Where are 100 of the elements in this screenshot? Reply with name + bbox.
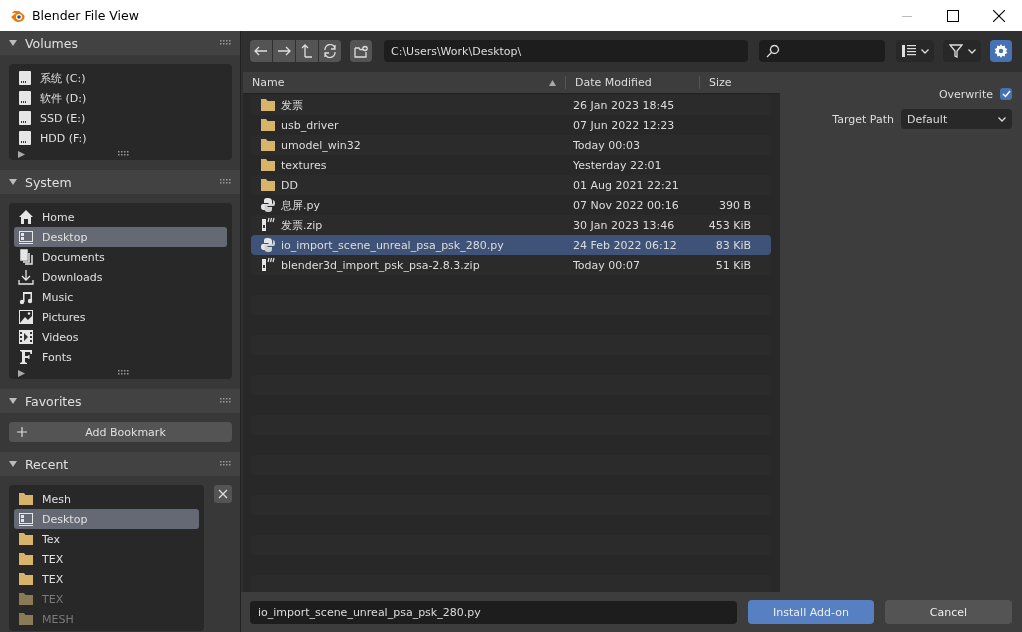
drag-grip-icon[interactable] (220, 461, 231, 466)
refresh-button[interactable] (319, 40, 341, 62)
clear-button[interactable] (214, 485, 232, 503)
python-icon (261, 238, 275, 252)
sidebar-item[interactable]: Fonts (14, 347, 227, 367)
file-name: io_import_scene_unreal_psa_psk_280.py (281, 238, 504, 252)
expand-arrow-icon[interactable] (18, 369, 25, 377)
drag-grip-icon[interactable] (118, 370, 129, 375)
folder-icon (19, 553, 33, 565)
file-name: blender3d_import_psk_psa-2.8.3.zip (281, 258, 480, 272)
file-name: DD (281, 178, 298, 192)
forward-button[interactable] (273, 40, 295, 62)
panel-title: System (25, 174, 73, 190)
panel-title: Recent (25, 456, 70, 472)
add-bookmark-button[interactable]: Add Bookmark (9, 422, 232, 442)
file-row[interactable]: usb_driver 07 Jun 2022 12:23 (251, 115, 771, 135)
drive-icon (19, 91, 31, 105)
column-header[interactable]: Date Modified (566, 76, 700, 89)
column-header[interactable]: Name (243, 76, 566, 89)
search-field[interactable] (759, 40, 885, 62)
cancel-button[interactable]: Cancel (885, 600, 1012, 624)
sidebar-item[interactable]: Music (14, 287, 227, 307)
settings-button[interactable] (990, 40, 1012, 62)
sidebar-item[interactable]: Pictures (14, 307, 227, 327)
path-field[interactable]: C:\Users\Work\Desktop\ (384, 40, 748, 62)
expand-arrow-icon[interactable] (18, 150, 25, 158)
parent-directory-button[interactable] (296, 40, 318, 62)
maximize-icon[interactable] (947, 9, 959, 22)
filename-field[interactable]: io_import_scene_unreal_psa_psk_280.py (250, 600, 737, 624)
panel-header[interactable]: System (0, 170, 240, 194)
sidebar-item[interactable]: HDD (F:) (14, 128, 227, 148)
film-icon (19, 330, 33, 344)
target-path-label: Target Path (832, 112, 894, 126)
date-modified: 07 Jun 2022 12:23 (573, 118, 676, 132)
drag-grip-icon[interactable] (220, 179, 231, 184)
drive-icon (19, 71, 31, 85)
folder-icon (261, 159, 275, 171)
filter-dropdown[interactable] (943, 40, 981, 62)
sidebar-item[interactable]: TEX (14, 549, 199, 569)
sidebar-item[interactable]: Desktop (14, 227, 227, 247)
drag-grip-icon[interactable] (220, 40, 231, 45)
sidebar-item[interactable]: TEX (14, 569, 199, 589)
file-row[interactable]: 息屏.py 07 Nov 2022 00:16 390 B (251, 195, 771, 215)
sidebar-item[interactable]: Documents (14, 247, 227, 267)
disclosure-triangle-icon[interactable] (9, 398, 17, 404)
disclosure-triangle-icon[interactable] (9, 40, 17, 46)
arrow-left-icon (254, 46, 268, 56)
drive-icon (19, 131, 31, 145)
panel-header[interactable]: Volumes (0, 31, 240, 55)
panel-header[interactable]: Favorites (0, 389, 240, 413)
file-row[interactable]: io_import_scene_unreal_psa_psk_280.py 24 Feb 2022 06:12 83 KiB (251, 235, 771, 255)
zip-file-icon (262, 257, 275, 271)
panel-header[interactable]: Recent (0, 452, 240, 476)
checkmark-icon (1001, 90, 1011, 98)
back-button[interactable] (250, 40, 272, 62)
install-addon-button[interactable]: Install Add-on (748, 600, 874, 624)
window-title: Blender File View (32, 8, 140, 23)
column-header[interactable]: Size (700, 76, 741, 89)
folder-icon (261, 139, 275, 151)
drag-grip-icon[interactable] (220, 398, 231, 403)
folder-icon (261, 179, 275, 191)
target-path-dropdown[interactable]: Default (901, 109, 1012, 129)
sidebar-item[interactable]: Home (14, 207, 227, 227)
file-name: umodel_win32 (281, 138, 361, 152)
close-icon[interactable] (993, 9, 1005, 22)
sidebar-item[interactable]: Downloads (14, 267, 227, 287)
folder-icon (19, 593, 33, 605)
sidebar-item[interactable]: 软件 (D:) (14, 88, 227, 108)
app-logo-icon (11, 10, 25, 22)
new-folder-button[interactable] (350, 40, 372, 62)
folder-icon (261, 99, 275, 111)
arrow-right-icon (277, 46, 291, 56)
date-modified: 07 Nov 2022 00:16 (573, 198, 680, 212)
folder-icon (19, 533, 33, 545)
date-modified: Today 00:07 (573, 258, 641, 272)
sidebar-item[interactable]: Mesh (14, 489, 199, 509)
sidebar-item[interactable]: SSD (E:) (14, 108, 227, 128)
list-view-icon (901, 45, 916, 57)
file-size: 83 KiB (715, 238, 751, 252)
date-modified: 01 Aug 2021 22:21 (573, 178, 680, 192)
filter-icon (948, 44, 963, 58)
sidebar-item[interactable]: Desktop (14, 509, 199, 529)
sidebar-item[interactable]: 系统 (C:) (14, 68, 227, 88)
desktop-icon (19, 513, 33, 526)
sort-ascending-icon (549, 79, 556, 86)
file-row[interactable]: textures Yesterday 22:01 (251, 155, 771, 175)
file-size: 453 KiB (708, 218, 751, 232)
folder-icon (261, 119, 275, 131)
refresh-icon (324, 44, 336, 58)
drag-grip-icon[interactable] (118, 151, 129, 156)
display-mode-dropdown[interactable] (896, 40, 934, 62)
settings-icon (994, 44, 1008, 58)
sidebar-item[interactable]: Tex (14, 529, 199, 549)
folder-icon (19, 493, 33, 505)
overwrite-checkbox[interactable] (1000, 88, 1012, 100)
file-name: 息屏.py (281, 197, 320, 213)
disclosure-triangle-icon[interactable] (9, 179, 17, 185)
disclosure-triangle-icon[interactable] (9, 461, 17, 467)
music-note-icon (19, 292, 33, 305)
sidebar-item[interactable]: Videos (14, 327, 227, 347)
